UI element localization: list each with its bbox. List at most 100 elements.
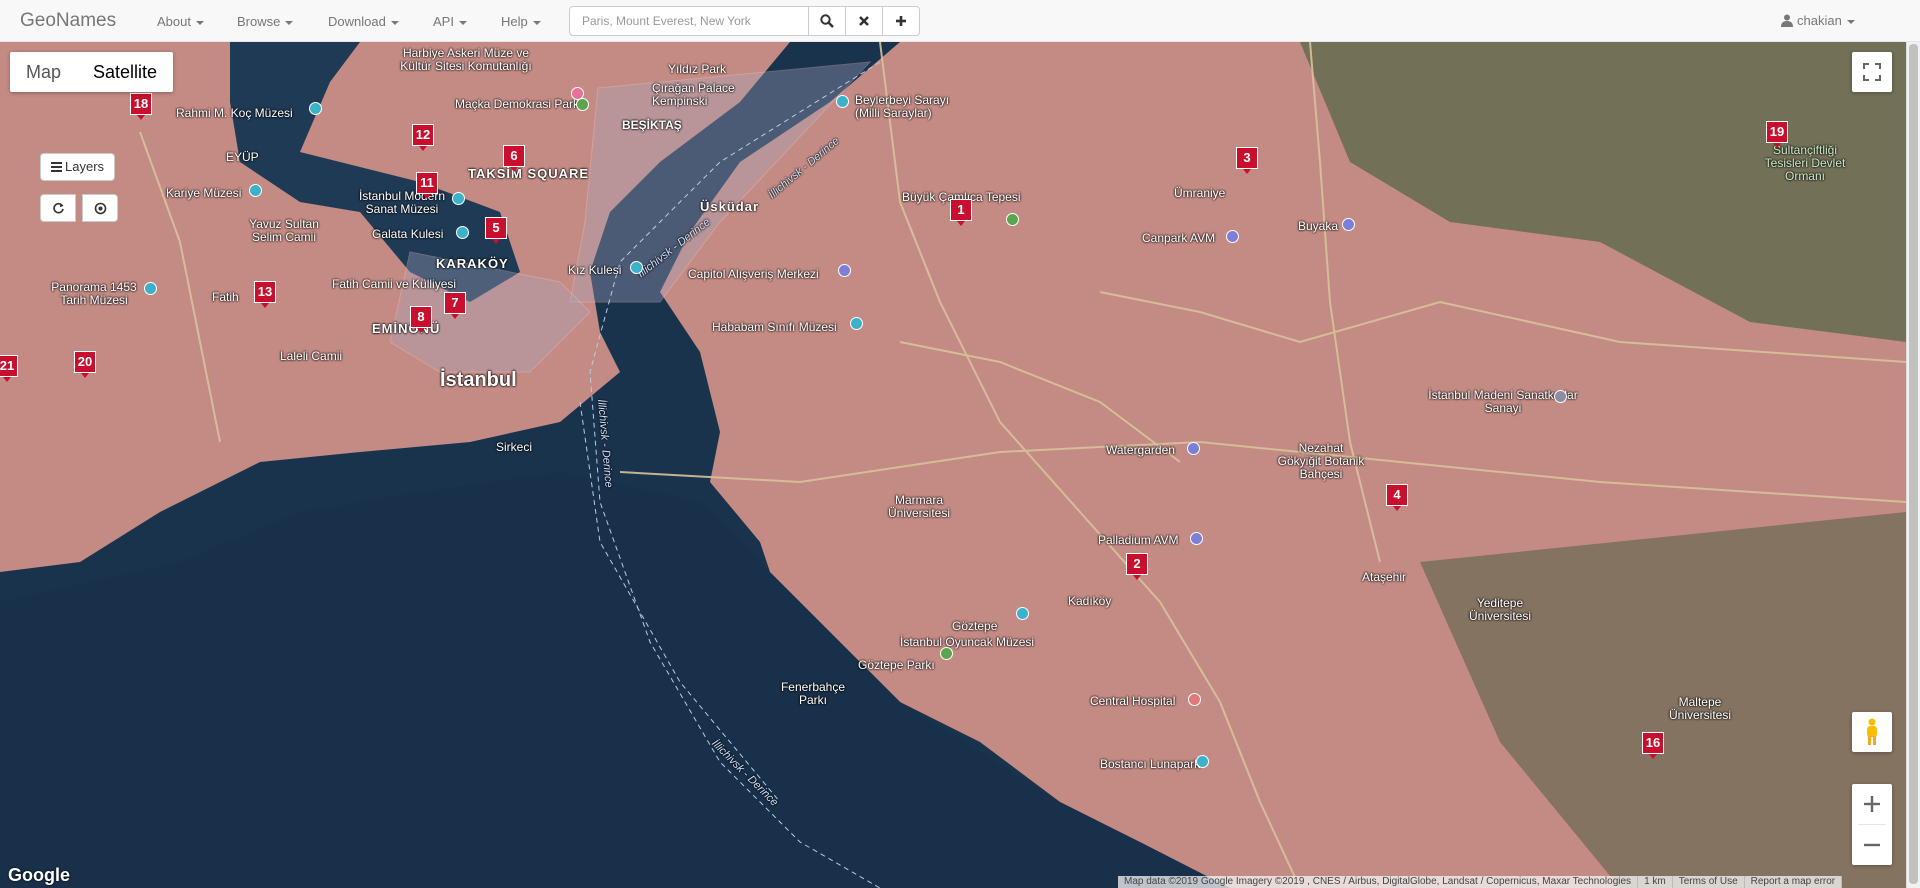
geoname-marker[interactable]: 21 [0,355,18,382]
caret-down-icon [458,20,467,25]
refresh-icon [52,202,64,213]
add-button[interactable] [883,6,920,36]
label-sirkeci: Sirkeci [496,440,533,454]
hospital-poi-icon[interactable] [1188,693,1201,706]
page-scrollbar[interactable] [1906,42,1920,888]
geoname-marker[interactable]: 7 [444,292,466,319]
label-kiz-kulesi: Kız Kulesi [568,263,622,277]
poi-macka: Maçka Demokrasi Parkı [455,97,583,111]
park-poi-icon[interactable] [940,647,953,660]
map-canvas[interactable]: İstanbul Üsküdar KARAKÖY EMİNÖNÜ BEŞİKTA… [0,42,1906,888]
geoname-marker[interactable]: 16 [1642,732,1664,759]
amusement-poi-icon[interactable] [1196,755,1209,768]
poi-harbiye: Harbiye Askeri Müze ve Kültür Sitesi Kom… [400,46,532,73]
poi-yavuz: Yavuz Sultan Selim Camii [249,217,319,244]
caret-down-icon [390,20,399,25]
poi-canpark: Canpark AVM [1142,231,1216,245]
locate-button[interactable] [82,194,118,222]
caret-down-icon [285,20,294,25]
poi-watergarden: Watergarden [1106,443,1175,457]
search-button[interactable] [809,6,846,36]
label-umraniye: Ümraniye [1174,186,1226,200]
refresh-button[interactable] [40,194,76,222]
geoname-marker[interactable]: 13 [254,281,276,308]
landmark-poi-icon[interactable] [630,261,643,274]
poi-fenerbahce: Fenerbahçe Parkı [780,680,846,707]
bars-icon [51,162,62,172]
poi-ciragan: Çırağan Palace Kempinski [652,81,735,108]
layers-button[interactable]: Layers [40,153,116,181]
clear-button[interactable] [846,6,883,36]
geoname-marker[interactable]: 18 [130,93,152,120]
museum-poi-icon[interactable] [452,192,465,205]
caret-down-icon [195,20,204,25]
poi-sultanciftligi: Sultançiftliği Tesisleri Devlet Ormanı [1764,143,1846,183]
terms-link[interactable]: Terms of Use [1673,876,1745,888]
map-type-map-button[interactable]: Map [10,52,77,92]
museum-poi-icon[interactable] [836,95,849,108]
zoom-in-button[interactable] [1852,784,1892,824]
caret-down-icon [532,20,541,25]
menu-browse[interactable]: Browse [237,14,294,29]
geoname-marker[interactable]: 5 [485,217,507,244]
museum-poi-icon[interactable] [1016,607,1029,620]
scale-bar[interactable]: 1 km [1638,876,1673,888]
geoname-marker[interactable]: 12 [412,124,434,151]
industry-poi-icon[interactable] [1554,390,1567,403]
label-fatih: Fatih [212,290,239,304]
geoname-marker[interactable]: 11 [416,172,438,199]
attribution-text: Map data ©2019 Google Imagery ©2019 , CN… [1118,876,1639,888]
search-input[interactable] [569,6,809,36]
shopping-poi-icon[interactable] [1190,532,1203,545]
pegman-icon [1867,718,1877,745]
minus-icon [1864,843,1880,847]
zoom-out-button[interactable] [1852,825,1892,865]
menu-about[interactable]: About [157,14,204,29]
label-istanbul: İstanbul [440,369,517,391]
geoname-marker[interactable]: 20 [74,351,96,378]
geoname-marker[interactable]: 6 [503,145,525,172]
geoname-marker[interactable]: 2 [1126,553,1148,580]
search-group [569,6,920,36]
plus-icon [1864,796,1880,812]
geoname-marker[interactable]: 8 [410,306,432,333]
label-besiktas: BEŞİKTAŞ [622,118,682,132]
shopping-poi-icon[interactable] [1226,230,1239,243]
poi-beylerbeyi: Beylerbeyi Sarayı (Milli Saraylar) [855,93,950,120]
museum-poi-icon[interactable] [850,317,863,330]
shopping-poi-icon[interactable] [1187,442,1200,455]
geoname-marker[interactable]: 4 [1386,484,1408,511]
geoname-marker[interactable]: 19 [1766,121,1788,148]
geoname-marker[interactable]: 1 [950,199,972,226]
menu-download[interactable]: Download [328,14,399,29]
shopping-poi-icon[interactable] [1342,218,1355,231]
fullscreen-icon [1863,63,1881,81]
museum-poi-icon[interactable] [144,282,157,295]
poi-yeditepe: Yeditepe Üniversitesi [1468,596,1531,623]
museum-poi-icon[interactable] [249,184,262,197]
menu-help[interactable]: Help [501,14,541,29]
label-atasehir: Ataşehir [1362,570,1407,584]
scrollbar-thumb[interactable] [1909,44,1918,884]
zoom-control [1852,784,1892,865]
map-attribution: Map data ©2019 Google Imagery ©2019 , CN… [1118,876,1843,888]
report-error-link[interactable]: Report a map error [1745,876,1843,888]
user-menu[interactable]: chakian [1781,13,1855,28]
brand-logo[interactable]: GeoNames [20,10,116,32]
fullscreen-button[interactable] [1852,52,1892,92]
shopping-poi-icon[interactable] [838,264,851,277]
label-goztepe: Göztepe [952,619,998,633]
crosshair-icon [94,202,106,214]
museum-poi-icon[interactable] [456,226,469,239]
label-karakoy: KARAKÖY [436,256,509,271]
close-icon [859,16,869,26]
museum-poi-icon[interactable] [309,102,322,115]
street-view-button[interactable] [1852,712,1892,752]
label-buyaka: Buyaka [1298,219,1339,233]
park-poi-icon[interactable] [576,98,589,111]
map-type-satellite-button[interactable]: Satellite [77,52,173,92]
menu-api[interactable]: API [433,14,467,29]
poi-oyuncak: İstanbul Oyuncak Müzesi [900,635,1035,649]
park-poi-icon[interactable] [1006,213,1019,226]
geoname-marker[interactable]: 3 [1236,147,1258,174]
